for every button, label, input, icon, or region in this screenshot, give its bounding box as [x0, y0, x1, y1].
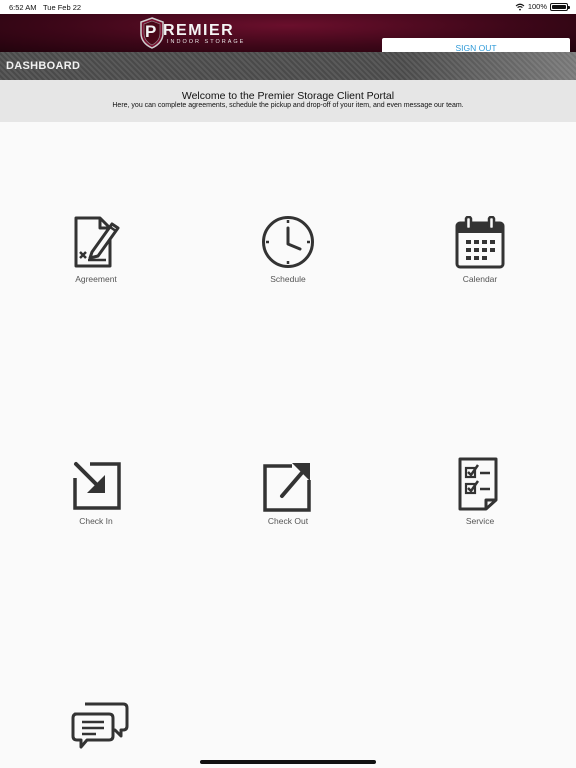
wifi-icon — [515, 3, 525, 10]
service-label: Service — [465, 516, 495, 526]
logo-brand: REMIER — [163, 22, 235, 39]
welcome-banner: Welcome to the Premier Storage Client Po… — [0, 80, 576, 122]
schedule-tile[interactable]: Schedule — [228, 214, 348, 284]
agreement-label: Agreement — [75, 274, 117, 284]
battery-percent: 100% — [527, 2, 547, 11]
check-out-tile[interactable]: Check Out — [228, 458, 348, 526]
welcome-subtext: Here, you can complete agreements, sched… — [112, 102, 464, 109]
status-time: 6:52 AM — [9, 3, 37, 12]
battery-icon — [550, 2, 570, 11]
calendar-tile[interactable]: Calendar — [420, 216, 540, 284]
check-out-icon — [263, 458, 314, 512]
status-date: Tue Feb 22 — [43, 3, 82, 12]
clock-icon — [262, 216, 314, 268]
check-in-icon — [70, 458, 121, 510]
check-in-label: Check In — [79, 516, 113, 526]
welcome-heading: Welcome to the Premier Storage Client Po… — [181, 90, 395, 102]
check-in-tile[interactable]: Check In — [36, 458, 156, 526]
message-tile[interactable] — [40, 700, 160, 754]
status-right: 100% — [515, 2, 570, 11]
service-tile[interactable]: Service — [420, 456, 540, 526]
dashboard-bar: DASHBOARD — [0, 52, 576, 80]
page-title: DASHBOARD — [6, 60, 81, 72]
status-bar: 6:52 AM Tue Feb 22 100% — [0, 0, 576, 14]
agreement-icon — [74, 216, 120, 268]
schedule-label: Schedule — [270, 274, 306, 284]
home-indicator[interactable] — [200, 760, 376, 764]
premier-logo: P REMIER INDOOR STORAGE — [139, 17, 251, 49]
logo-initial: P — [145, 22, 157, 41]
agreement-tile[interactable]: Agreement — [36, 216, 156, 284]
app-header: P REMIER INDOOR STORAGE SIGN OUT — [0, 14, 576, 58]
calendar-label: Calendar — [462, 274, 498, 284]
check-out-label: Check Out — [267, 516, 309, 526]
calendar-icon — [455, 216, 505, 269]
service-checklist-icon — [458, 457, 498, 511]
logo-tagline: INDOOR STORAGE — [167, 39, 246, 45]
message-icon — [71, 702, 129, 749]
